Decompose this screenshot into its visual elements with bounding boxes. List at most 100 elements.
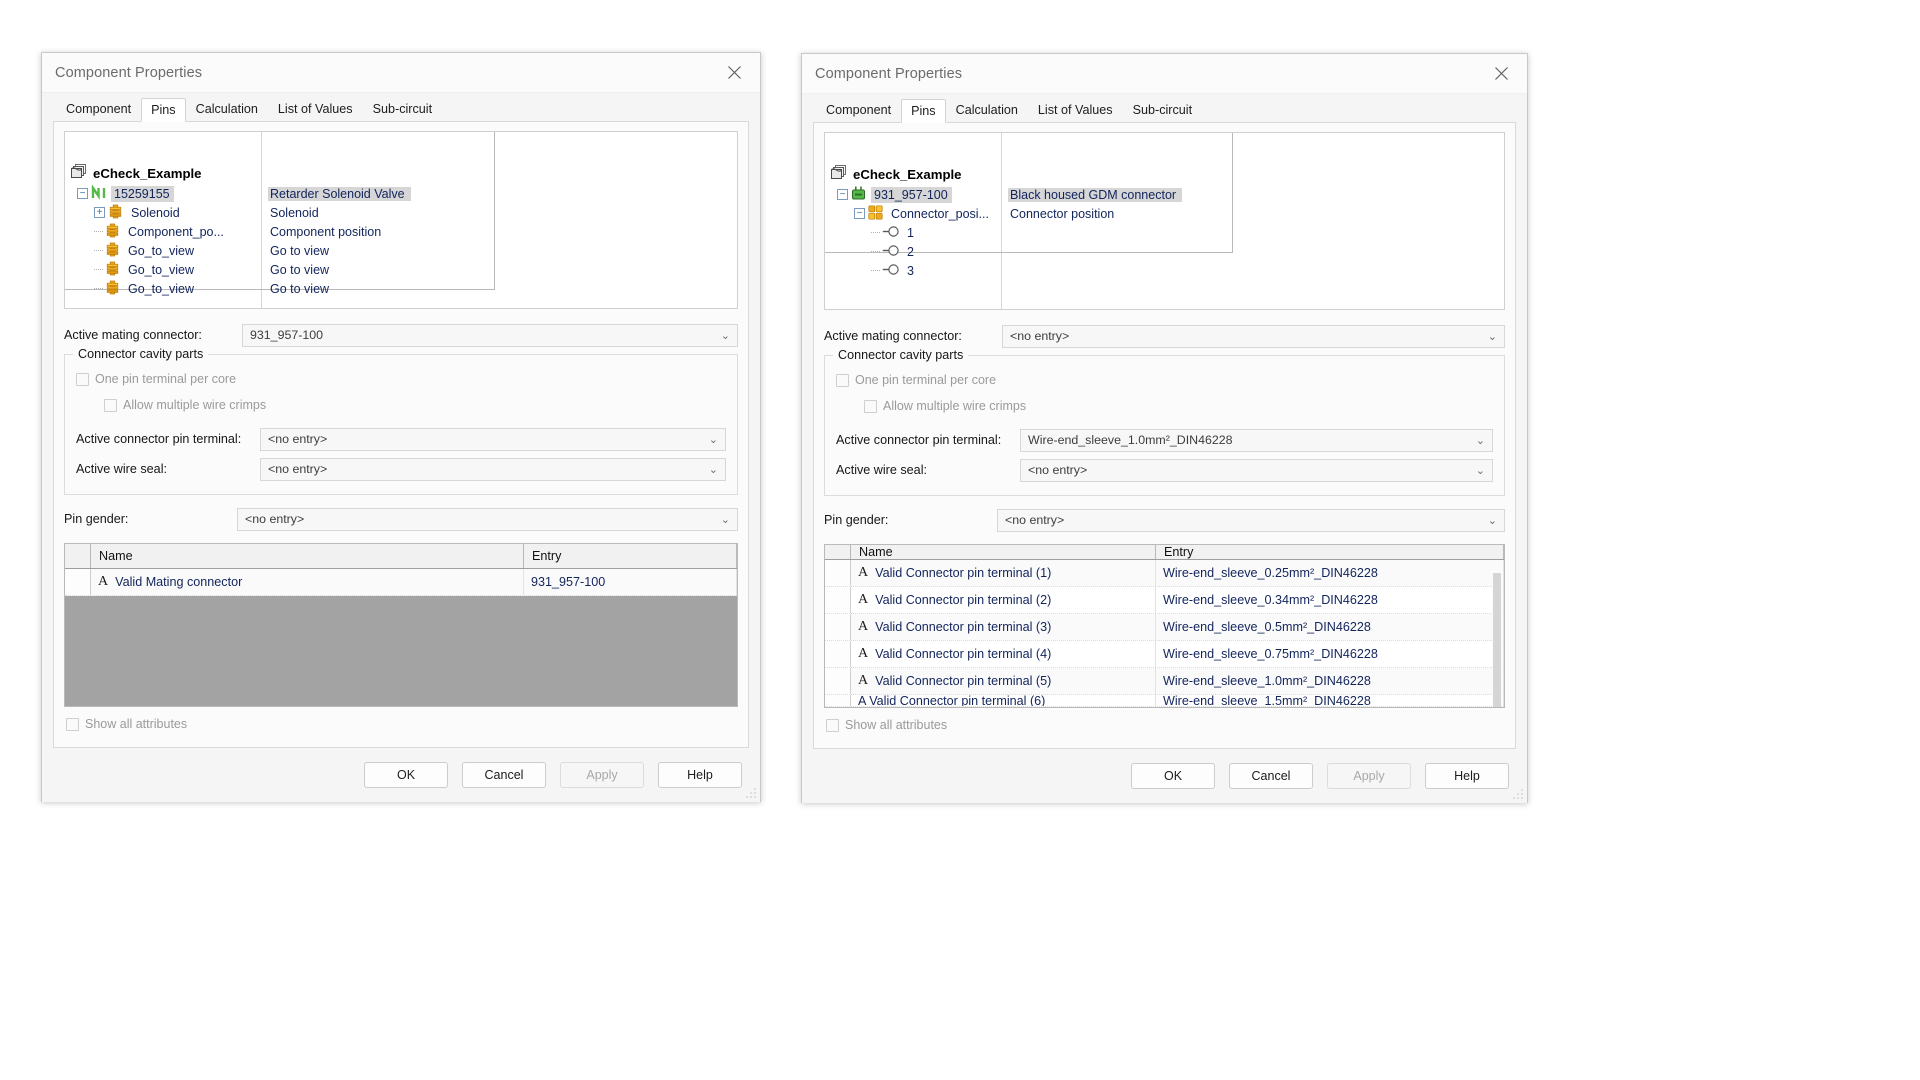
active-mating-connector-select[interactable]: <no entry> ⌄ — [1002, 325, 1505, 348]
tab-component[interactable]: Component — [816, 98, 901, 122]
row-selector[interactable] — [65, 569, 91, 595]
tabstrip[interactable]: Component Pins Calculation List of Value… — [802, 94, 1527, 122]
help-button[interactable]: Help — [658, 762, 742, 788]
one-pin-terminal-per-core-checkbox[interactable] — [76, 373, 89, 386]
tree-node-name: Go_to_view — [125, 281, 198, 297]
table-row[interactable]: AValid Mating connector931_957-100 — [65, 569, 737, 596]
active-wire-seal-select[interactable]: <no entry> ⌄ — [1020, 459, 1493, 482]
one-pin-terminal-per-core-label: One pin terminal per core — [855, 373, 996, 387]
grid-column-name[interactable]: Name — [91, 544, 524, 568]
row-selector[interactable] — [825, 587, 851, 613]
cell-name-text: Valid Connector pin terminal (1) — [875, 566, 1051, 580]
table-row[interactable]: AValid Connector pin terminal (3)Wire-en… — [825, 614, 1504, 641]
table-row[interactable]: AValid Connector pin terminal (5)Wire-en… — [825, 668, 1504, 695]
tab-calculation[interactable]: Calculation — [186, 97, 268, 121]
table-row-clipped[interactable]: A Valid Connector pin terminal (6)Wire-e… — [825, 695, 1504, 707]
ok-button[interactable]: OK — [1131, 763, 1215, 789]
attributes-grid[interactable]: Name Entry AValid Mating connector931_95… — [64, 543, 738, 707]
cell-entry: Wire-end_sleeve_1.5mm²_DIN46228 — [1156, 695, 1504, 706]
allow-multiple-wire-crimps-label: Allow multiple wire crimps — [883, 399, 1026, 413]
active-wire-seal-select[interactable]: <no entry> ⌄ — [260, 458, 726, 481]
collapse-node-icon[interactable]: − — [837, 189, 848, 200]
pin-gender-select[interactable]: <no entry> ⌄ — [997, 509, 1505, 532]
ok-button[interactable]: OK — [364, 762, 448, 788]
resize-grip-icon[interactable] — [1512, 788, 1524, 800]
tree-node-name: 15259155 — [111, 186, 174, 202]
grid-column-name[interactable]: Name — [851, 545, 1156, 559]
row-selector[interactable] — [825, 614, 851, 640]
tab-sub-circuit[interactable]: Sub-circuit — [1123, 98, 1203, 122]
allow-multiple-wire-crimps-checkbox[interactable] — [104, 399, 117, 412]
tree-node[interactable]: Go_to_view Go to view — [65, 260, 737, 279]
active-connector-pin-terminal-select[interactable]: Wire-end_sleeve_1.0mm²_DIN46228 ⌄ — [1020, 429, 1493, 452]
tree-node[interactable]: −15259155Retarder Solenoid Valve — [65, 184, 737, 203]
table-row[interactable]: AValid Connector pin terminal (2)Wire-en… — [825, 587, 1504, 614]
tab-pins[interactable]: Pins — [141, 98, 186, 122]
pin-tree[interactable]: eCheck_Example −15259155Retarder Solenoi… — [64, 131, 738, 309]
cancel-button[interactable]: Cancel — [462, 762, 546, 788]
table-row[interactable]: AValid Connector pin terminal (4)Wire-en… — [825, 641, 1504, 668]
tree-node[interactable]: +SolenoidSolenoid — [65, 203, 737, 222]
one-pin-terminal-per-core-row[interactable]: One pin terminal per core — [76, 366, 726, 392]
resize-grip-icon[interactable] — [745, 787, 757, 799]
cavity-icon — [882, 263, 899, 279]
scrollbar-thumb[interactable] — [1493, 573, 1501, 708]
one-pin-terminal-per-core-checkbox[interactable] — [836, 374, 849, 387]
one-pin-terminal-per-core-row[interactable]: One pin terminal per core — [836, 367, 1493, 393]
tree-node[interactable]: −Connector_posi...Connector position — [825, 204, 1504, 223]
tree-node-name: Solenoid — [128, 205, 184, 221]
row-selector[interactable] — [825, 560, 851, 586]
tree-node-name: Go_to_view — [125, 262, 198, 278]
tab-component[interactable]: Component — [56, 97, 141, 121]
collapse-node-icon[interactable]: − — [854, 208, 865, 219]
cell-name-text: Valid Connector pin terminal (2) — [875, 593, 1051, 607]
cancel-button[interactable]: Cancel — [1229, 763, 1313, 789]
allow-multiple-wire-crimps-row[interactable]: Allow multiple wire crimps — [76, 392, 726, 418]
pin-tree[interactable]: eCheck_Example −931_957-100Black housed … — [824, 132, 1505, 310]
pin-terminal-icon — [105, 280, 120, 298]
row-selector[interactable] — [825, 668, 851, 694]
help-button[interactable]: Help — [1425, 763, 1509, 789]
show-all-attributes-row[interactable]: Show all attributes — [824, 708, 1505, 742]
pin-gender-row: Pin gender: <no entry> ⌄ — [824, 505, 1505, 535]
collapse-node-icon[interactable]: − — [77, 188, 88, 199]
row-selector[interactable] — [825, 695, 851, 706]
tree-node[interactable]: 2 — [825, 242, 1504, 261]
close-icon[interactable] — [712, 55, 756, 91]
active-connector-pin-terminal-select[interactable]: <no entry> ⌄ — [260, 428, 726, 451]
allow-multiple-wire-crimps-row[interactable]: Allow multiple wire crimps — [836, 393, 1493, 419]
tab-calculation[interactable]: Calculation — [946, 98, 1028, 122]
active-mating-connector-select[interactable]: 931_957-100 ⌄ — [242, 324, 738, 347]
tree-node[interactable]: −931_957-100Black housed GDM connector — [825, 185, 1504, 204]
tree-root-node[interactable]: eCheck_Example — [825, 163, 1504, 185]
grid-vertical-scrollbar[interactable] — [1492, 571, 1503, 706]
pin-gender-select[interactable]: <no entry> ⌄ — [237, 508, 738, 531]
expand-node-icon[interactable]: + — [94, 207, 105, 218]
tabstrip[interactable]: Component Pins Calculation List of Value… — [42, 93, 760, 121]
tree-node[interactable]: Go_to_viewGo to view — [65, 279, 737, 298]
table-row[interactable]: AValid Connector pin terminal (1)Wire-en… — [825, 560, 1504, 587]
show-all-attributes-row[interactable]: Show all attributes — [64, 707, 738, 741]
show-all-attributes-checkbox[interactable] — [66, 718, 79, 731]
tab-sub-circuit[interactable]: Sub-circuit — [363, 97, 443, 121]
tree-node[interactable]: Component_po...Component position — [65, 222, 737, 241]
grid-column-entry[interactable]: Entry — [524, 544, 737, 568]
tab-list-of-values[interactable]: List of Values — [1028, 98, 1123, 122]
tab-list-of-values[interactable]: List of Values — [268, 97, 363, 121]
cell-name-text: Valid Connector pin terminal (4) — [875, 647, 1051, 661]
active-wire-seal-label: Active wire seal: — [836, 463, 1020, 477]
close-icon[interactable] — [1479, 56, 1523, 92]
component-properties-dialog-right[interactable]: Component Properties Component Pins Calc… — [801, 53, 1528, 803]
tree-node[interactable]: 1 — [825, 223, 1504, 242]
row-selector[interactable] — [825, 641, 851, 667]
component-properties-dialog-left[interactable]: Component Properties Component Pins Calc… — [41, 52, 761, 802]
tab-pins[interactable]: Pins — [901, 99, 946, 123]
allow-multiple-wire-crimps-checkbox[interactable] — [864, 400, 877, 413]
tree-root-node[interactable]: eCheck_Example — [65, 162, 737, 184]
grid-column-entry[interactable]: Entry — [1156, 545, 1504, 559]
tree-node[interactable]: Go_to_viewGo to view — [65, 241, 737, 260]
attributes-grid[interactable]: Name Entry AValid Connector pin terminal… — [824, 544, 1505, 708]
tree-node[interactable]: 3 — [825, 261, 1504, 280]
show-all-attributes-checkbox[interactable] — [826, 719, 839, 732]
tree-node-description: Go to view — [268, 263, 335, 277]
